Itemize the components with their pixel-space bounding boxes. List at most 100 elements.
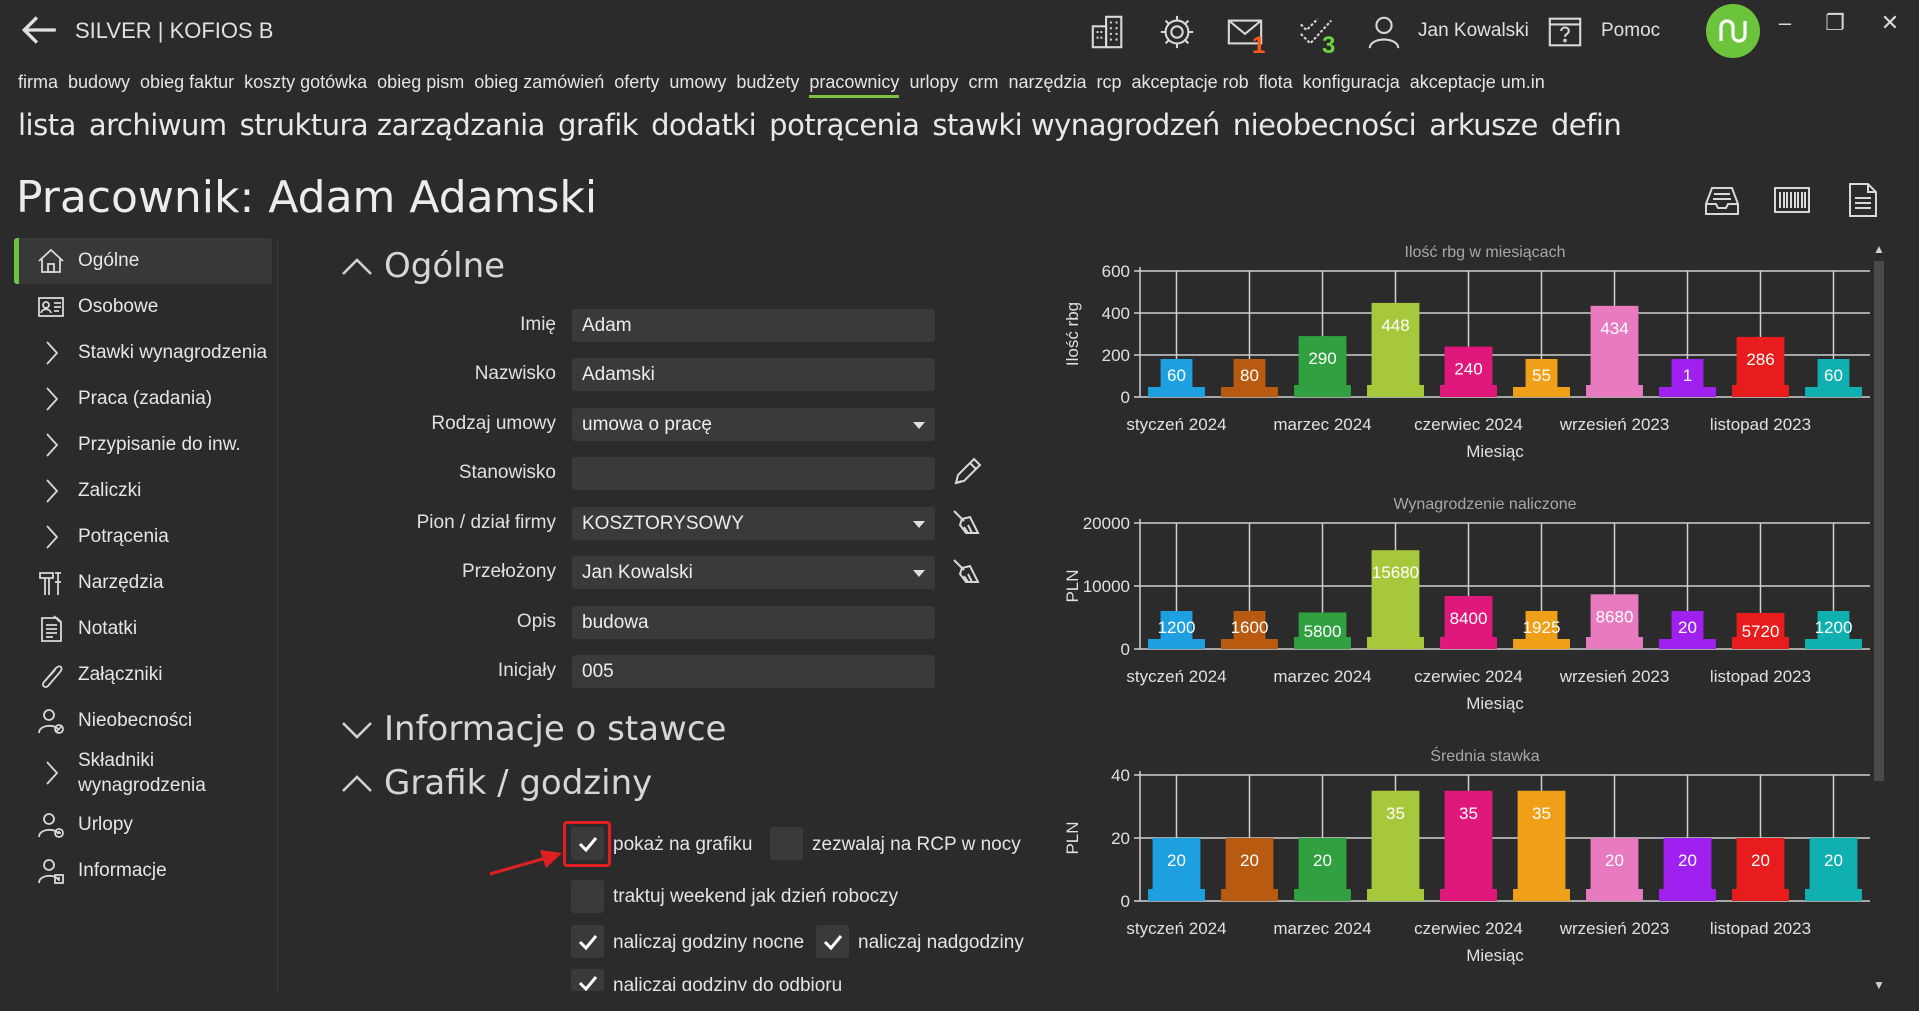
close-icon[interactable]: ✕	[1875, 8, 1905, 38]
minimize-icon[interactable]: –	[1770, 8, 1800, 38]
scroll-down-icon[interactable]: ▼	[1873, 979, 1885, 991]
position-field[interactable]	[572, 457, 935, 490]
time-off-hours-checkbox[interactable]	[571, 969, 604, 991]
document-icon[interactable]	[1842, 180, 1886, 224]
menu-item-13[interactable]: rcp	[1097, 72, 1122, 98]
submenu-item-8[interactable]: arkusze	[1429, 108, 1538, 146]
pencil-edit-icon[interactable]	[950, 455, 986, 491]
bar-value-label: 240	[1454, 360, 1482, 379]
menu-item-16[interactable]: konfiguracja	[1303, 72, 1400, 98]
initials-field[interactable]: 005	[572, 655, 935, 688]
menu-item-1[interactable]: budowy	[68, 72, 130, 98]
back-arrow-icon[interactable]	[18, 12, 62, 50]
supervisor-select[interactable]: Jan Kowalski	[572, 556, 935, 589]
app-logo-icon[interactable]	[1706, 4, 1760, 58]
first-name-field[interactable]: Adam	[572, 309, 935, 342]
submenu-item-5[interactable]: potrącenia	[769, 108, 920, 146]
bar-value-label: 8400	[1450, 609, 1488, 628]
menu-item-12[interactable]: narzędzia	[1008, 72, 1086, 98]
menu-item-11[interactable]: crm	[968, 72, 998, 98]
sidebar-item-3[interactable]: Praca (zadania)	[14, 376, 272, 422]
allow-rcp-night-checkbox[interactable]	[770, 827, 803, 860]
menu-item-6[interactable]: oferty	[614, 72, 659, 98]
menu-item-14[interactable]: akceptacje rob	[1132, 72, 1249, 98]
submenu-item-0[interactable]: lista	[18, 108, 76, 146]
sidebar-item-10[interactable]: Nieobecności	[14, 698, 272, 744]
checkmark-icon	[578, 976, 597, 991]
submenu-item-2[interactable]: struktura zarządzania	[240, 108, 546, 146]
submenu-item-4[interactable]: dodatki	[651, 108, 757, 146]
menu-item-17[interactable]: akceptacje um.in	[1410, 72, 1545, 98]
sidebar-item-12[interactable]: Urlopy	[14, 802, 272, 848]
sidebar-item-6[interactable]: Potrącenia	[14, 514, 272, 560]
submenu-item-6[interactable]: stawki wynagrodzeń	[932, 108, 1220, 146]
show-on-schedule-label[interactable]: pokaż na grafiku	[613, 834, 752, 856]
person-info-icon	[32, 856, 70, 886]
buildings-icon[interactable]	[1086, 10, 1130, 54]
sidebar-item-5[interactable]: Zaliczki	[14, 468, 272, 514]
department-select[interactable]: KOSZTORYSOWY	[572, 507, 935, 540]
night-hours-checkbox[interactable]	[571, 925, 604, 958]
scroll-up-icon[interactable]: ▲	[1873, 243, 1885, 255]
bar-base	[1294, 385, 1351, 397]
inbox-tray-icon[interactable]	[1702, 180, 1746, 224]
user-name[interactable]: Jan Kowalski	[1418, 20, 1529, 42]
restore-icon[interactable]: ❐	[1820, 8, 1850, 38]
weekend-workday-checkbox[interactable]	[571, 880, 604, 913]
user-icon[interactable]	[1362, 10, 1406, 54]
form-row-last-name: Nazwisko Adamski	[330, 356, 1030, 392]
section-general-header[interactable]: Ogólne	[340, 246, 505, 286]
menu-item-5[interactable]: obieg zamówień	[474, 72, 604, 98]
sidebar-item-7[interactable]: Narzędzia	[14, 560, 272, 606]
scrollbar-thumb[interactable]	[1874, 261, 1884, 781]
menu-item-10[interactable]: urlopy	[909, 72, 958, 98]
menu-item-9[interactable]: pracownicy	[809, 72, 900, 98]
vertical-scrollbar[interactable]: ▲ ▼	[1872, 243, 1886, 993]
help-link[interactable]: Pomoc	[1601, 20, 1660, 42]
menu-item-15[interactable]: flota	[1259, 72, 1293, 98]
description-field[interactable]: budowa	[572, 606, 935, 639]
allow-rcp-night-label[interactable]: zezwalaj na RCP w nocy	[812, 834, 1021, 856]
sidebar-item-1[interactable]: Osobowe	[14, 284, 272, 330]
sidebar-item-9[interactable]: Załączniki	[14, 652, 272, 698]
menu-item-7[interactable]: umowy	[669, 72, 726, 98]
submenu-item-9[interactable]: definicje	[1551, 108, 1623, 146]
gear-icon[interactable]	[1155, 10, 1199, 54]
barcode-icon[interactable]	[1772, 180, 1816, 224]
sidebar-item-4[interactable]: Przypisanie do inw.	[14, 422, 272, 468]
submenu-item-3[interactable]: grafik	[558, 108, 639, 146]
section-schedule-header[interactable]: Grafik / godziny	[340, 763, 652, 803]
sidebar-item-2[interactable]: Stawki wynagrodzenia	[14, 330, 272, 376]
x-tick-label: wrzesień 2023	[1559, 415, 1670, 434]
sidebar-item-8[interactable]: Notatki	[14, 606, 272, 652]
chevron-right-icon	[32, 522, 70, 552]
supervisor-label: Przełożony	[462, 561, 556, 582]
form-row-supervisor: Przełożony Jan Kowalski	[330, 554, 1030, 590]
submenu-item-7[interactable]: nieobecności	[1233, 108, 1417, 146]
menu-item-0[interactable]: firma	[18, 72, 58, 98]
time-off-hours-label[interactable]: naliczaj godziny do odbioru	[613, 975, 842, 991]
broom-clear-icon[interactable]	[950, 554, 986, 590]
menu-item-4[interactable]: obieg pism	[377, 72, 464, 98]
night-hours-label[interactable]: naliczaj godziny nocne	[613, 932, 804, 954]
weekend-workday-label[interactable]: traktuj weekend jak dzień roboczy	[613, 886, 898, 908]
overtime-checkbox[interactable]	[816, 925, 849, 958]
help-icon[interactable]	[1543, 10, 1587, 54]
sidebar-item-0[interactable]: Ogólne	[14, 238, 272, 284]
last-name-field[interactable]: Adamski	[572, 358, 935, 391]
charts-panel: Ilość rbg w miesiącach0200400600Ilość rb…	[1063, 244, 1870, 965]
sidebar-item-13[interactable]: Informacje	[14, 848, 272, 894]
y-tick-label: 40	[1111, 766, 1130, 785]
contract-select[interactable]: umowa o pracę	[572, 408, 935, 441]
menu-item-8[interactable]: budżety	[736, 72, 799, 98]
sidebar-item-11[interactable]: Składniki wynagrodzenia	[14, 744, 272, 802]
menu-item-3[interactable]: koszty gotówka	[244, 72, 367, 98]
sidebar-item-label: Zaliczki	[78, 480, 142, 501]
y-axis-label: PLN	[1063, 821, 1082, 854]
overtime-label[interactable]: naliczaj nadgodziny	[858, 932, 1024, 954]
broom-clear-icon[interactable]	[950, 505, 986, 541]
submenu-item-1[interactable]: archiwum	[89, 108, 227, 146]
section-rate-info-header[interactable]: Informacje o stawce	[340, 709, 726, 749]
chevron-right-icon	[32, 476, 70, 506]
menu-item-2[interactable]: obieg faktur	[140, 72, 234, 98]
